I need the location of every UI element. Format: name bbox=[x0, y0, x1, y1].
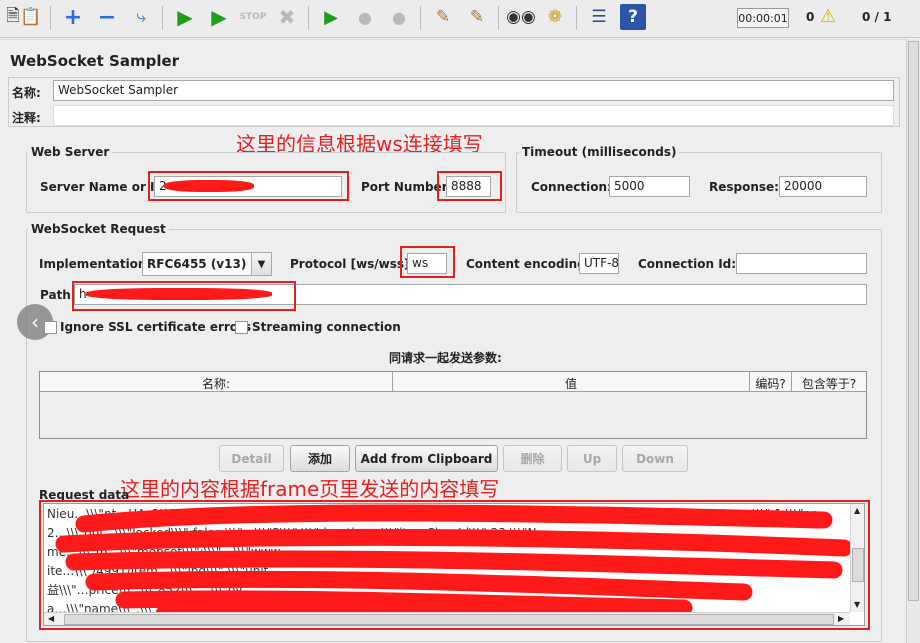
start-icon[interactable]: ▶ bbox=[172, 4, 198, 30]
params-table-header: 名称: 值 编码? 包含等于? bbox=[40, 372, 866, 392]
detail-button[interactable]: Detail bbox=[219, 445, 284, 472]
down-button[interactable]: Down bbox=[622, 445, 688, 472]
comment-label: 注释: bbox=[12, 111, 41, 125]
toolbar-separator bbox=[576, 6, 577, 30]
panel-title: WebSocket Sampler bbox=[10, 52, 180, 70]
function-helper-icon[interactable]: ☰ bbox=[586, 4, 612, 30]
frame-annotation-text: 这里的内容根据frame页里发送的内容填写 bbox=[120, 477, 500, 501]
remove-icon[interactable]: − bbox=[94, 4, 120, 30]
clipboard-icon[interactable]: 📋 bbox=[18, 4, 44, 30]
name-label: 名称: bbox=[12, 86, 41, 100]
ignore-ssl-label: Ignore SSL certificate errors bbox=[60, 320, 252, 334]
panel-vscrollbar[interactable] bbox=[906, 39, 920, 643]
content-encoding-field[interactable]: UTF-8 bbox=[579, 253, 619, 274]
websocket-request-legend: WebSocket Request bbox=[28, 222, 169, 236]
connection-id-label: Connection Id: bbox=[638, 257, 737, 271]
request-data-annotation-box bbox=[39, 500, 870, 630]
params-table[interactable]: 名称: 值 编码? 包含等于? bbox=[39, 371, 867, 439]
panel-top-border bbox=[0, 39, 906, 43]
server-annotation-box bbox=[148, 171, 349, 201]
path-label: Path: bbox=[40, 288, 76, 302]
connection-id-field[interactable] bbox=[736, 253, 867, 274]
remote-shutdown-icon[interactable]: ● bbox=[386, 4, 412, 30]
up-button[interactable]: Up bbox=[567, 445, 617, 472]
port-annotation-box bbox=[437, 171, 502, 201]
content-encoding-label: Content encoding: bbox=[466, 257, 591, 271]
toolbar-separator bbox=[162, 6, 163, 30]
response-timeout-label: Response: bbox=[709, 180, 779, 194]
protocol-label: Protocol [ws/wss]: bbox=[290, 257, 415, 271]
stop-icon[interactable]: STOP bbox=[240, 4, 267, 30]
add-icon[interactable]: + bbox=[60, 4, 86, 30]
timeout-legend: Timeout (milliseconds) bbox=[519, 145, 680, 159]
response-timeout-field[interactable]: 20000 bbox=[779, 176, 867, 197]
toolbar-separator bbox=[498, 6, 499, 30]
implementation-label: Implementation: bbox=[39, 257, 152, 271]
path-annotation-box bbox=[72, 281, 296, 311]
streaming-checkbox[interactable] bbox=[235, 321, 248, 334]
broom-icon[interactable]: ❁ bbox=[542, 4, 568, 30]
toolbar-separator bbox=[420, 6, 421, 30]
toolbar-separator bbox=[50, 6, 51, 30]
thread-count: 0 / 1 bbox=[862, 10, 892, 24]
streaming-label: Streaming connection bbox=[252, 320, 401, 334]
scroll-thumb[interactable] bbox=[908, 41, 919, 601]
column-header[interactable]: 值 bbox=[393, 372, 750, 391]
column-header[interactable]: 编码? bbox=[750, 372, 792, 391]
warning-count: 0 bbox=[806, 10, 815, 24]
help-icon[interactable]: ? bbox=[620, 4, 646, 30]
add-button[interactable]: 添加 bbox=[290, 445, 350, 472]
column-header[interactable]: 名称: bbox=[40, 372, 393, 391]
column-header[interactable]: 包含等于? bbox=[792, 372, 866, 391]
name-field[interactable]: WebSocket Sampler bbox=[53, 80, 894, 101]
toolbar: 🗎 📋 + − ⤷ ▶ ▶ STOP ✖ ▶ ● ● ✎ ✎ ◉◉ ❁ ☰ ? … bbox=[0, 0, 920, 38]
web-server-legend: Web Server bbox=[28, 145, 113, 159]
params-title: 同请求一起发送参数: bbox=[389, 351, 502, 365]
ignore-ssl-checkbox[interactable] bbox=[44, 321, 57, 334]
start-no-pause-icon[interactable]: ▶ bbox=[206, 4, 232, 30]
search-icon[interactable]: ◉◉ bbox=[506, 4, 536, 30]
protocol-annotation-box bbox=[400, 246, 455, 278]
chevron-down-icon[interactable]: ▼ bbox=[251, 253, 271, 275]
toolbar-separator bbox=[308, 6, 309, 30]
remote-start-icon[interactable]: ▶ bbox=[318, 4, 344, 30]
toggle-icon[interactable]: ⤷ bbox=[128, 4, 154, 30]
sampler-panel: WebSocket Sampler 名称: WebSocket Sampler … bbox=[0, 39, 906, 643]
remote-stop-icon[interactable]: ● bbox=[352, 4, 378, 30]
add-from-clipboard-button[interactable]: Add from Clipboard bbox=[355, 445, 498, 472]
implementation-value: RFC6455 (v13) bbox=[147, 257, 247, 271]
delete-button[interactable]: 删除 bbox=[503, 445, 562, 472]
clear-all-icon[interactable]: ✎ bbox=[464, 4, 490, 30]
connection-timeout-label: Connection: bbox=[531, 180, 612, 194]
connection-timeout-field[interactable]: 5000 bbox=[609, 176, 690, 197]
elapsed-timer: 00:00:01 bbox=[737, 8, 789, 28]
shutdown-icon[interactable]: ✖ bbox=[274, 4, 300, 30]
warning-icon[interactable]: ⚠ bbox=[820, 6, 836, 27]
comment-field[interactable] bbox=[53, 105, 894, 126]
clear-icon[interactable]: ✎ bbox=[430, 4, 456, 30]
